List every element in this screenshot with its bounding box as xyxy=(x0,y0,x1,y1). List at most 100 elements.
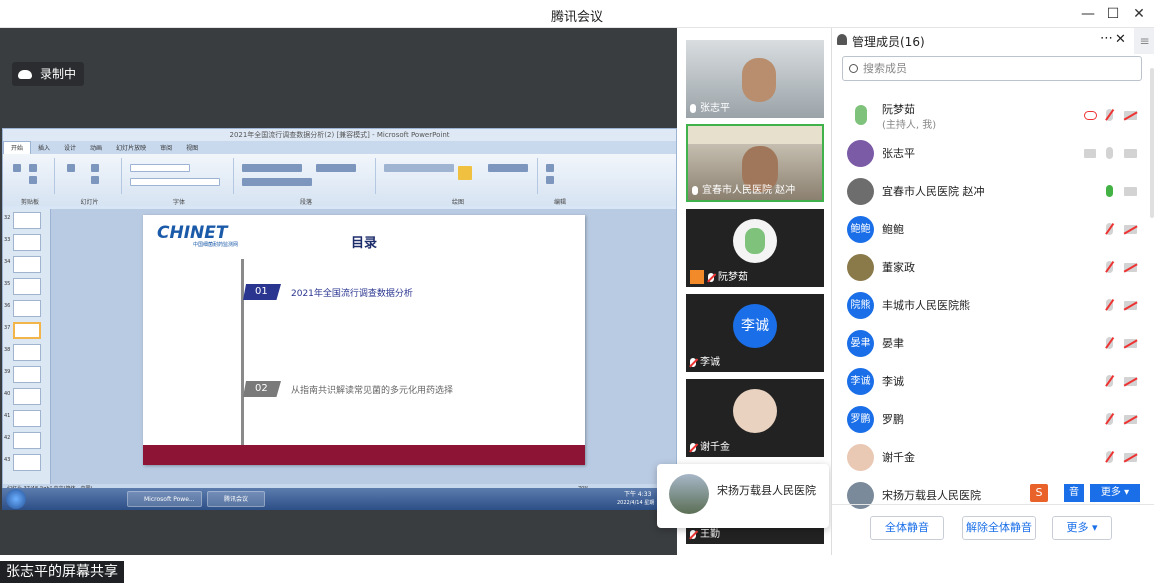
slide-thumbnail[interactable] xyxy=(13,410,41,427)
slide-thumbnail[interactable] xyxy=(13,432,41,449)
avatar xyxy=(847,254,874,281)
member-row[interactable]: 张志平 xyxy=(832,134,1142,172)
member-name: 丰城市人民医院熊 xyxy=(882,299,970,312)
camera-off-icon[interactable] xyxy=(1124,225,1137,234)
slide-thumbnail[interactable] xyxy=(13,366,41,383)
close-button[interactable]: ✕ xyxy=(1128,4,1150,24)
taskbar-clock: 下午 4:33 xyxy=(624,491,652,498)
ribbon-group-label: 绘图 xyxy=(451,199,464,206)
mic-icon xyxy=(690,103,696,113)
more-options-icon[interactable]: ⋯ xyxy=(1100,31,1113,46)
member-row[interactable]: 晏聿 晏聿 xyxy=(832,324,1142,362)
more-button[interactable]: 更多 ▾ xyxy=(1052,516,1112,540)
mic-muted-icon[interactable] xyxy=(1106,223,1113,235)
member-row[interactable]: 院熊 丰城市人民医院熊 xyxy=(832,286,1142,324)
camera-off-icon[interactable] xyxy=(1124,377,1137,386)
video-tile[interactable]: 阮梦茹 xyxy=(686,209,824,287)
mic-icon xyxy=(692,185,698,195)
minimize-button[interactable]: — xyxy=(1077,4,1099,24)
mic-muted-icon[interactable] xyxy=(1106,109,1113,121)
taskbar-item[interactable]: 腾讯会议 xyxy=(207,491,265,507)
member-row[interactable]: 宜春市人民医院 赵冲 xyxy=(832,172,1142,210)
eye-icon[interactable] xyxy=(1084,111,1097,120)
member-row[interactable]: 李诚 李诚 xyxy=(832,362,1142,400)
mic-muted-icon[interactable] xyxy=(1106,375,1113,387)
people-icon xyxy=(837,34,847,45)
panel-title: 管理成员(16) xyxy=(852,35,925,49)
shared-screen: 录制中 2021年全国流行调查数据分析(2) [兼容模式] - Microsof… xyxy=(0,28,677,583)
slide-thumbnail-selected[interactable] xyxy=(13,322,41,339)
member-row[interactable]: 董家政 xyxy=(832,248,1142,286)
camera-off-icon[interactable] xyxy=(1124,453,1137,462)
video-tile[interactable]: 张志平 xyxy=(686,40,824,118)
slide-thumbnail[interactable] xyxy=(13,234,41,251)
maximize-button[interactable]: ☐ xyxy=(1102,4,1124,24)
slide-thumbnail[interactable] xyxy=(13,278,41,295)
mic-muted-icon[interactable] xyxy=(1106,451,1113,463)
camera-icon[interactable] xyxy=(1124,187,1137,196)
ppt-tab[interactable]: 开始 xyxy=(3,141,32,155)
camera-off-icon[interactable] xyxy=(1124,415,1137,424)
start-icon[interactable] xyxy=(6,489,26,509)
member-name: 宜春市人民医院 赵冲 xyxy=(882,185,985,198)
ppt-ribbon: 剪贴板 幻灯片 字体 段落 绘图 编辑 xyxy=(3,154,676,206)
video-tile[interactable]: 谢千金 xyxy=(686,379,824,457)
member-row[interactable]: 鲍鲍 鲍鲍 xyxy=(832,210,1142,248)
mic-muted-icon[interactable] xyxy=(1106,299,1113,311)
camera-off-icon[interactable] xyxy=(1124,339,1137,348)
video-tile-active-speaker[interactable]: 宜春市人民医院 赵冲 xyxy=(686,124,824,202)
avatar xyxy=(669,474,709,514)
item-number: 01 xyxy=(243,284,281,300)
mic-icon[interactable] xyxy=(1106,147,1113,159)
mic-muted-icon xyxy=(690,357,696,367)
avatar xyxy=(847,444,874,471)
slide-thumbnail[interactable] xyxy=(13,454,41,471)
audio-button[interactable]: 音 xyxy=(1064,484,1084,502)
avatar xyxy=(847,102,874,129)
camera-off-icon[interactable] xyxy=(1124,263,1137,272)
member-row[interactable]: 宋扬万载县人民医院 S 音 更多 ▾ xyxy=(832,476,1142,514)
close-panel-icon[interactable]: ✕ xyxy=(1115,32,1126,47)
sogou-ime-icon[interactable]: S xyxy=(1030,484,1048,502)
avatar xyxy=(847,178,874,205)
member-role: (主持人, 我) xyxy=(882,120,937,131)
mic-muted-icon[interactable] xyxy=(1106,261,1113,273)
search-input[interactable]: 搜索成员 xyxy=(842,56,1142,81)
mute-all-button[interactable]: 全体静音 xyxy=(870,516,944,540)
slide-thumbnail[interactable] xyxy=(13,212,41,229)
member-name: 鲍鲍 xyxy=(882,223,904,236)
member-row[interactable]: 谢千金 xyxy=(832,438,1142,476)
avatar: 晏聿 xyxy=(847,330,874,357)
slide-thumbnail[interactable] xyxy=(13,300,41,317)
mic-active-icon[interactable] xyxy=(1106,185,1113,197)
avatar xyxy=(733,219,777,263)
host-icon xyxy=(690,270,704,284)
camera-off-icon[interactable] xyxy=(1124,111,1137,120)
recording-indicator[interactable]: 录制中 xyxy=(12,62,84,86)
slide-thumbnail[interactable] xyxy=(13,256,41,273)
camera-off-icon[interactable] xyxy=(1124,301,1137,310)
mic-muted-icon xyxy=(690,442,696,452)
member-row[interactable]: 罗鹏 罗鹏 xyxy=(832,400,1142,438)
member-row[interactable]: 阮梦茹 (主持人, 我) xyxy=(832,96,1142,134)
video-tile[interactable]: 李诚 李诚 xyxy=(686,294,824,372)
mic-muted-icon xyxy=(708,272,714,282)
member-name: 阮梦茹 xyxy=(882,103,915,116)
mic-muted-icon[interactable] xyxy=(1106,413,1113,425)
participant-popup[interactable]: 宋扬万载县人民医院 xyxy=(657,464,829,528)
scrollbar[interactable] xyxy=(1150,68,1154,218)
slide-thumbnail[interactable] xyxy=(13,344,41,361)
slide-thumbnail[interactable] xyxy=(13,388,41,405)
member-name: 宋扬万载县人民医院 xyxy=(882,489,981,502)
unmute-all-button[interactable]: 解除全体静音 xyxy=(962,516,1036,540)
screen-share-icon[interactable] xyxy=(1084,149,1096,158)
slide-footer-band xyxy=(143,445,585,465)
taskbar-item[interactable]: Microsoft Powe... xyxy=(127,491,202,507)
mic-muted-icon[interactable] xyxy=(1106,337,1113,349)
current-slide: CHINET 中国细菌耐药监测网 目录 01 2021年全国流行调查数据分析 0… xyxy=(143,215,585,465)
member-more-button[interactable]: 更多 ▾ xyxy=(1090,484,1140,502)
member-name: 董家政 xyxy=(882,261,915,274)
calligraphy-scroll xyxy=(688,126,822,144)
panel-menu-icon[interactable]: ≡ xyxy=(1134,28,1154,54)
camera-icon[interactable] xyxy=(1124,149,1137,158)
